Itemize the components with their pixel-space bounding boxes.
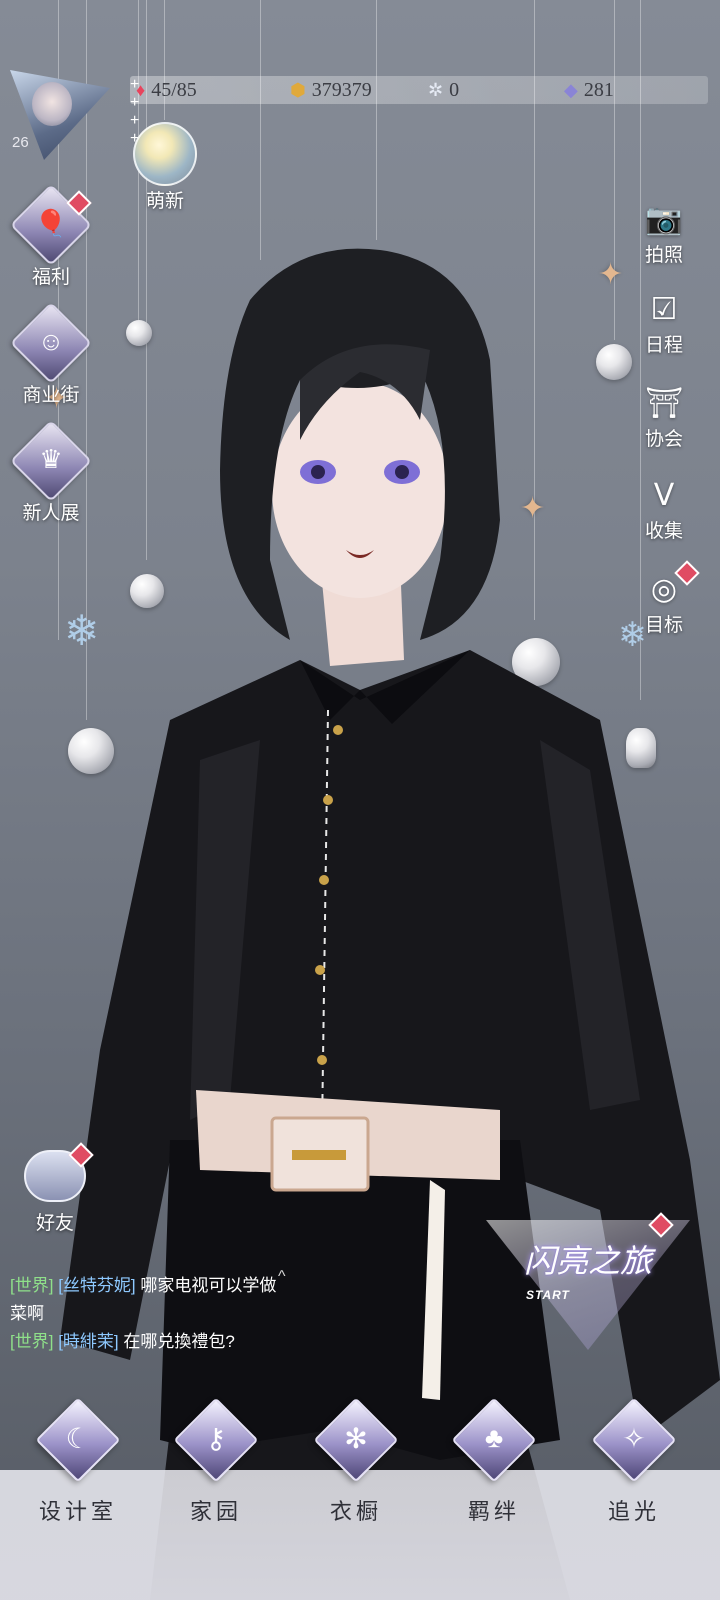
goals-button[interactable]: ◎ 目标 [634, 560, 700, 637]
stamina-counter: ♦ 45/85 [136, 76, 197, 104]
diamond-counter: ◆ 281 [564, 76, 614, 104]
butterfly-icon: ✧ [622, 1423, 646, 1454]
building-icon: ⛩ [644, 387, 684, 420]
friends-bubble-icon [24, 1142, 94, 1202]
nav-chase-light[interactable]: ✧ 追光 [574, 1397, 694, 1526]
friends-label: 好友 [35, 1213, 74, 1234]
chat-sender[interactable]: [丝特芬妮] [58, 1276, 135, 1295]
avatar-portrait [32, 82, 72, 126]
add-crystal-button[interactable]: + [130, 112, 708, 130]
schedule-button[interactable]: ☑ 日程 [634, 290, 694, 357]
chat-text: 在哪兑換禮包? [123, 1332, 235, 1351]
key-icon: ⚷ [205, 1423, 227, 1454]
crystal-counter: ✲ 0 [428, 76, 459, 104]
shopping-street-button[interactable]: ☺ 商业街 [6, 301, 96, 407]
chat-message: [世界] [丝特芬妮] 哪家电视可以学做菜啊 [10, 1272, 290, 1328]
shopping-bag-icon: ☺ [37, 326, 65, 356]
photo-button[interactable]: 📷 拍照 [634, 200, 694, 267]
shining-journey-event-banner[interactable]: 闪亮之旅 START [486, 1212, 690, 1350]
nav-design-room[interactable]: ☾ 设计室 [18, 1397, 138, 1526]
player-character [60, 248, 720, 1600]
event-title: 闪亮之旅 [523, 1242, 652, 1280]
chat-channel: [世界] [10, 1332, 54, 1351]
newbie-globe-button[interactable]: 萌新 [130, 122, 200, 213]
add-diamond-button[interactable]: + [130, 130, 708, 148]
newcomer-exhibit-button[interactable]: ♛ 新人展 [6, 419, 96, 525]
nav-home[interactable]: ⚷ 家园 [156, 1397, 276, 1526]
goals-label: 目标 [644, 615, 683, 636]
crystal-value: 0 [449, 78, 460, 101]
guild-label: 协会 [644, 429, 683, 450]
snowflake-icon: ✻ [344, 1423, 368, 1454]
gold-coin-icon: ⬢ [290, 79, 306, 100]
chat-expand-toggle[interactable]: ^ [278, 1268, 286, 1286]
nav-wardrobe[interactable]: ✻ 衣橱 [296, 1397, 416, 1526]
chat-message: [世界] [時緋茉] 在哪兑換禮包? [10, 1328, 290, 1356]
collection-label: 收集 [644, 521, 683, 542]
moon-icon: ☾ [65, 1423, 91, 1454]
diamond-icon: ◆ [564, 79, 578, 100]
calendar-icon: ☑ [650, 293, 678, 326]
stamina-value: 45/85 [151, 78, 197, 101]
welfare-button[interactable]: 🎈 福利 [6, 183, 96, 289]
chat-sender[interactable]: [時緋茉] [58, 1332, 118, 1351]
crystal-icon: ✲ [428, 79, 444, 100]
bottom-navigation: ☾ 设计室 ⚷ 家园 ✻ 衣橱 ♣ 羁绊 ✧ 追光 [0, 1397, 720, 1600]
v-card-icon: Ⅴ [653, 479, 675, 512]
photo-label: 拍照 [644, 245, 683, 266]
newcomer-exhibit-label: 新人展 [22, 503, 80, 524]
add-gold-button[interactable]: + [130, 94, 708, 112]
friends-button[interactable]: 好友 [20, 1142, 94, 1235]
nav-label: 衣橱 [329, 1499, 382, 1524]
player-avatar[interactable]: 26 [10, 70, 110, 160]
chat-channel: [世界] [10, 1276, 54, 1295]
gold-value: 379379 [311, 78, 372, 101]
resource-bar: ♦ 45/85 + ⬢ 379379 + ✲ 0 + ◆ 281 + [130, 76, 708, 147]
camera-icon: 📷 [645, 203, 683, 236]
schedule-label: 日程 [644, 335, 683, 356]
player-level: 26 [12, 134, 29, 151]
shopping-street-label: 商业街 [22, 385, 80, 406]
nav-label: 家园 [189, 1499, 242, 1524]
collection-button[interactable]: Ⅴ 收集 [634, 476, 694, 543]
gold-counter: ⬢ 379379 [290, 76, 372, 104]
nav-bonds[interactable]: ♣ 羁绊 [434, 1397, 554, 1526]
snow-globe-icon [133, 122, 197, 186]
nav-label: 羁绊 [467, 1499, 520, 1524]
guild-button[interactable]: ⛩ 协会 [634, 384, 694, 451]
crown-icon: ♛ [39, 444, 63, 474]
nav-label: 设计室 [38, 1499, 117, 1524]
add-stamina-button[interactable]: + [130, 76, 708, 94]
newbie-label: 萌新 [145, 191, 184, 212]
world-chat-panel[interactable]: [世界] [丝特芬妮] 哪家电视可以学做菜啊 [世界] [時緋茉] 在哪兑換禮包… [10, 1272, 290, 1356]
welfare-label: 福利 [31, 267, 70, 288]
heart-gem-icon: ♦ [136, 79, 146, 100]
event-subtitle: START [526, 1288, 570, 1302]
clover-icon: ♣ [484, 1422, 504, 1453]
diamond-value: 281 [583, 78, 614, 101]
nav-label: 追光 [607, 1499, 660, 1524]
balloon-icon: 🎈 [34, 208, 68, 238]
